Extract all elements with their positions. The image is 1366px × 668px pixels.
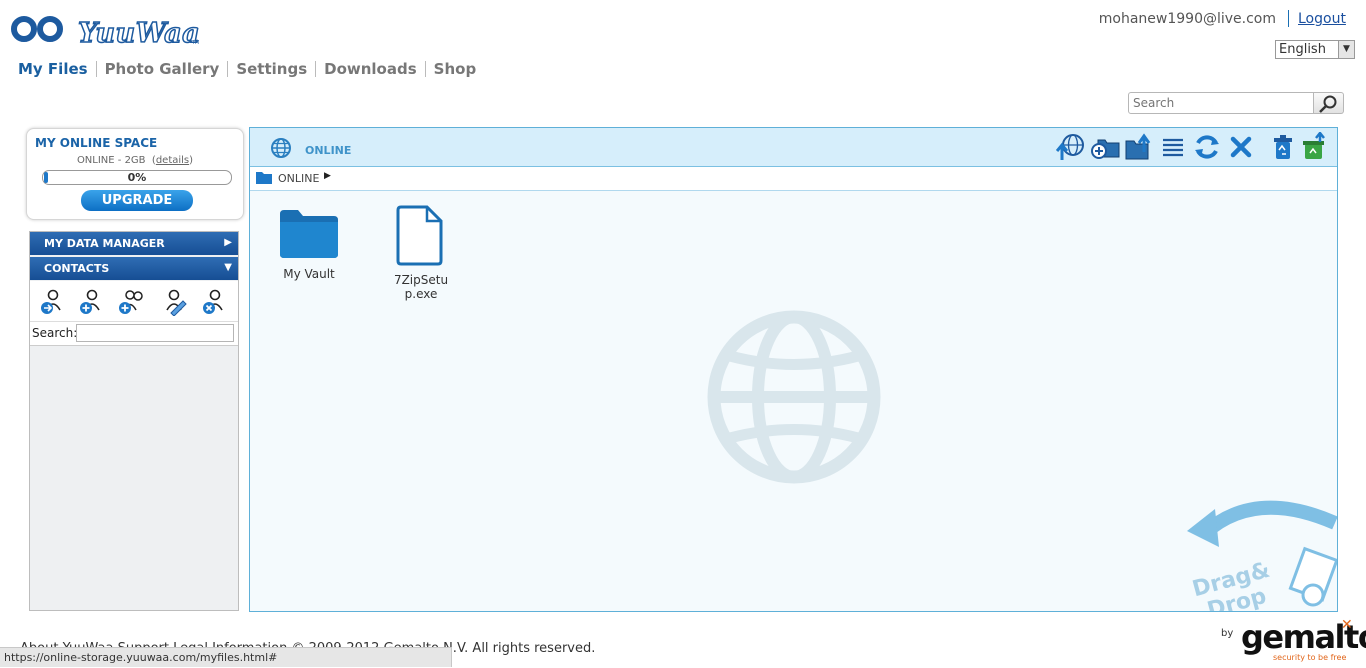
contacts-header[interactable]: CONTACTS ▼ bbox=[30, 257, 238, 280]
user-email: mohanew1990@live.com bbox=[1098, 11, 1276, 27]
logo-text: YuuWaa bbox=[77, 17, 201, 50]
search-input[interactable] bbox=[1128, 92, 1314, 114]
file-item-folder[interactable]: My Vault bbox=[264, 208, 354, 281]
yuuwaa-logo[interactable]: YuuWaa TM bbox=[10, 10, 200, 50]
breadcrumb: ONLINE ▶ bbox=[250, 167, 1337, 191]
refresh-icon[interactable] bbox=[1192, 132, 1222, 162]
edit-contact-icon[interactable] bbox=[161, 288, 189, 316]
chevron-down-icon: ▼ bbox=[224, 262, 232, 273]
delete-icon[interactable] bbox=[1226, 132, 1256, 162]
gemalto-tagline: security to be free bbox=[1273, 653, 1347, 662]
file-name: 7ZipSetup.exe bbox=[393, 273, 449, 301]
file-icon bbox=[396, 205, 443, 266]
add-folder-icon[interactable] bbox=[1090, 132, 1120, 162]
delete-contact-icon[interactable] bbox=[200, 288, 228, 316]
logo-mark-icon bbox=[11, 16, 63, 42]
chevron-down-icon[interactable]: ▼ bbox=[1338, 41, 1354, 58]
nav-divider bbox=[95, 61, 97, 77]
file-browser: ONLINE ONLINE ▶ My Vault 7ZipSetup.exe D… bbox=[249, 127, 1338, 612]
drag-drop-icon: Drag& Drop bbox=[1187, 500, 1337, 611]
folder-icon bbox=[280, 210, 338, 258]
chevron-right-icon: ▶ bbox=[324, 171, 331, 181]
my-data-manager-label: MY DATA MANAGER bbox=[44, 237, 165, 250]
online-space-box: MY ONLINE SPACE ONLINE - 2GB (details) 0… bbox=[26, 128, 244, 220]
logo-tm: TM bbox=[192, 40, 200, 46]
import-contact-icon[interactable] bbox=[38, 288, 66, 316]
recycle-bin-icon[interactable] bbox=[1268, 132, 1298, 162]
add-group-icon[interactable] bbox=[117, 288, 145, 316]
nav-divider bbox=[424, 61, 426, 77]
contacts-search: Search: bbox=[30, 322, 238, 346]
search-box bbox=[1128, 92, 1344, 116]
globe-icon bbox=[271, 138, 291, 158]
language-selected: English bbox=[1279, 42, 1326, 57]
my-data-manager-header[interactable]: MY DATA MANAGER ▶ bbox=[30, 232, 238, 255]
contacts-label: CONTACTS bbox=[44, 262, 110, 275]
contacts-search-label: Search: bbox=[32, 326, 78, 340]
details-link[interactable]: details bbox=[156, 155, 189, 166]
star-icon: ✕ bbox=[1341, 617, 1353, 633]
nav-photo-gallery[interactable]: Photo Gallery bbox=[105, 60, 220, 78]
file-name: My Vault bbox=[283, 267, 335, 281]
brand-by: by bbox=[1221, 628, 1234, 639]
search-button[interactable] bbox=[1314, 92, 1344, 114]
nav-downloads[interactable]: Downloads bbox=[324, 60, 417, 78]
breadcrumb-item[interactable]: ONLINE bbox=[278, 172, 319, 185]
nav-divider bbox=[315, 61, 317, 77]
upgrade-button[interactable]: UPGRADE bbox=[81, 190, 193, 211]
online-space-plan: ONLINE - 2GB (details) bbox=[76, 155, 194, 166]
nav-settings[interactable]: Settings bbox=[236, 60, 307, 78]
status-bar: https://online-storage.yuuwaa.com/myfile… bbox=[0, 647, 452, 667]
contacts-toolbar bbox=[30, 281, 238, 322]
upload-icon[interactable] bbox=[1056, 132, 1086, 162]
file-browser-title: ONLINE bbox=[305, 144, 352, 157]
chevron-right-icon: ▶ bbox=[224, 237, 232, 248]
file-item-exe[interactable]: 7ZipSetup.exe bbox=[376, 204, 466, 301]
divider bbox=[1288, 10, 1289, 27]
online-space-title: MY ONLINE SPACE bbox=[35, 136, 158, 150]
drag-drop-hint: Drag& Drop bbox=[1185, 493, 1337, 611]
globe-watermark-icon bbox=[707, 310, 881, 484]
nav-divider bbox=[227, 61, 229, 77]
nav-my-files[interactable]: My Files bbox=[18, 60, 88, 78]
language-select[interactable]: English ▼ bbox=[1275, 40, 1355, 59]
nav-shop[interactable]: Shop bbox=[434, 60, 477, 78]
search-icon bbox=[1319, 95, 1337, 113]
usage-progress-bar: 0% bbox=[42, 170, 232, 185]
add-contact-icon[interactable] bbox=[77, 288, 105, 316]
logout-link[interactable]: Logout bbox=[1298, 11, 1346, 27]
move-icon[interactable] bbox=[1124, 132, 1154, 162]
list-view-icon[interactable] bbox=[1158, 132, 1188, 162]
contacts-search-input[interactable] bbox=[76, 324, 234, 342]
file-browser-header: ONLINE bbox=[250, 128, 1337, 167]
plan-label: ONLINE - 2GB bbox=[76, 155, 146, 166]
restore-icon[interactable] bbox=[1300, 132, 1330, 162]
left-panel: MY DATA MANAGER ▶ CONTACTS ▼ Search: bbox=[29, 231, 239, 611]
main-nav: My Files Photo Gallery Settings Download… bbox=[18, 60, 476, 78]
usage-percent: 0% bbox=[127, 171, 147, 184]
folder-icon bbox=[256, 172, 272, 184]
